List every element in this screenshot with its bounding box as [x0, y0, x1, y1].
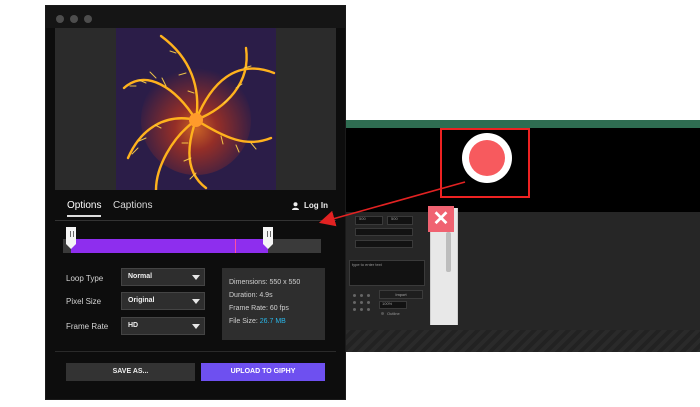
text-entry-placeholder: type to enter text [352, 262, 382, 267]
window-top-strip [345, 120, 700, 128]
scrollbar-thumb[interactable] [446, 232, 451, 272]
align-dot[interactable] [360, 301, 363, 304]
align-dot[interactable] [367, 294, 370, 297]
window-close-dot[interactable] [56, 15, 64, 23]
x-field[interactable] [355, 228, 413, 236]
align-dot[interactable] [360, 308, 363, 311]
file-size-value: 26.7 MB [259, 318, 286, 325]
active-tab-indicator [67, 215, 101, 217]
gif-info-panel: Dimensions: 550 x 550 Duration: 4.9s Fra… [222, 268, 325, 340]
footer-divider [55, 351, 336, 352]
import-button[interactable]: Import [379, 290, 423, 299]
pixel-size-select[interactable]: Original [121, 292, 205, 310]
tab-options[interactable]: Options [67, 200, 101, 211]
title-bar [46, 6, 345, 28]
user-icon [292, 202, 299, 210]
window-zoom-dot[interactable] [84, 15, 92, 23]
loop-type-label: Loop Type [66, 274, 104, 283]
giphy-capture-dialog: Options Captions Log In Loop Type Normal… [45, 5, 346, 400]
trim-selection [71, 239, 268, 253]
hatched-footer [345, 330, 700, 352]
tab-captions[interactable]: Captions [113, 200, 152, 211]
trim-end-handle[interactable] [263, 227, 273, 249]
align-dot[interactable] [360, 294, 363, 297]
frame-rate-select[interactable]: HD [121, 317, 205, 335]
playhead[interactable] [235, 239, 236, 253]
frame-rate-value: HD [128, 322, 139, 329]
info-dimensions: Dimensions: 550 x 550 [229, 279, 301, 286]
align-dot[interactable] [353, 301, 356, 304]
height-field-value: 500 [391, 216, 398, 221]
chevron-down-icon [192, 275, 200, 280]
info-duration: Duration: 4.9s [229, 292, 273, 299]
align-dot[interactable] [353, 308, 356, 311]
upload-to-giphy-button[interactable]: UPLOAD TO GIPHY [201, 363, 325, 381]
chevron-down-icon [192, 299, 200, 304]
close-icon[interactable]: ✕ [428, 206, 454, 232]
info-frame-rate: Frame Rate: 60 fps [229, 305, 289, 312]
align-dot[interactable] [367, 308, 370, 311]
info-file-size: File Size: 26.7 MB [229, 315, 318, 328]
dialog-tabs: Options Captions Log In [55, 192, 336, 221]
login-button[interactable]: Log In [292, 201, 328, 210]
login-label: Log In [304, 201, 328, 210]
outline-checkbox[interactable] [381, 312, 384, 315]
save-as-button[interactable]: SAVE AS... [66, 363, 195, 381]
trim-start-handle[interactable] [66, 227, 76, 249]
record-icon[interactable] [462, 133, 512, 183]
width-field-value: 500 [359, 216, 366, 221]
y-field[interactable] [355, 240, 413, 248]
chevron-down-icon [192, 324, 200, 329]
align-dot[interactable] [367, 301, 370, 304]
frame-rate-label: Frame Rate [66, 322, 109, 331]
align-dot[interactable] [353, 294, 356, 297]
gif-preview-image [116, 28, 276, 190]
pixel-size-label: Pixel Size [66, 297, 102, 306]
file-size-label: File Size: [229, 318, 258, 325]
loop-type-value: Normal [128, 273, 153, 280]
pixel-size-value: Original [128, 297, 155, 304]
zoom-select-value: 100% [382, 301, 393, 306]
fractal-spiral-image [116, 28, 276, 190]
loop-type-select[interactable]: Normal [121, 268, 205, 286]
outline-label: Outline [387, 311, 400, 316]
window-minimize-dot[interactable] [70, 15, 78, 23]
